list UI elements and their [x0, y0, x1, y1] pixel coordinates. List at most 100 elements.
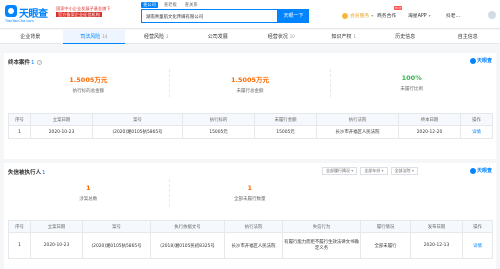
stat-unpaid-ratio: 100% 未履行比例	[331, 69, 492, 97]
stat-value: 1.5005万元	[230, 76, 270, 84]
search-tab-relation[interactable]: 查关系	[183, 2, 200, 8]
chevron-down-icon: ▾	[428, 13, 431, 18]
nav-business[interactable]: 商务合作	[377, 12, 396, 19]
stat-label: 执行标的总金额	[72, 89, 105, 94]
stat-label: 未履行总金额	[236, 89, 264, 94]
tianyancha-logo[interactable]: 天眼查 TianYanCha.com	[5, 5, 51, 25]
column-header: 未履行金额	[254, 113, 317, 126]
hot-badge: HOT	[394, 6, 403, 10]
section-title: 失信被执行人1	[8, 170, 46, 176]
logo-subtitle: TianYanCha.com	[5, 19, 34, 23]
stat-value: 100%	[401, 74, 422, 82]
cell-case-number: (2020)湘0105执5865号	[82, 232, 151, 259]
column-header: 序号	[8, 113, 31, 126]
filter-bar: 全部履行情况 全部年份 全部法院	[322, 167, 418, 175]
tab-intellectual-property[interactable]: 知识产权 1	[313, 30, 376, 43]
column-header: 立案日期	[30, 220, 83, 233]
stat-label: 未履行比例	[400, 87, 423, 92]
search-input[interactable]: 湖南青童航文化传媒有限公司	[141, 9, 278, 23]
search-button[interactable]: 天眼一下	[278, 9, 309, 23]
stat-label: 涉案总数	[79, 197, 98, 202]
tab-judicial-risk[interactable]: 司法风险 14	[62, 30, 125, 44]
column-header: 执行法院	[316, 113, 399, 126]
table-row: 1 2020-10-23 (2020)湘0105执5865号 15005元 15…	[8, 125, 493, 139]
logo-eye-icon	[469, 167, 476, 174]
dishonest-debtor-table: 序号 立案日期 案号 执行依据文号 执行法院 失信行为 履行情况 发布日期 操作…	[8, 220, 493, 259]
logo-eye-icon	[5, 5, 17, 17]
table-row: 1 2020-10-23 (2020)湘0105执5865号 (2018)湘01…	[8, 232, 493, 259]
cell-index: 1	[8, 232, 31, 259]
stat-value: 1.5005万元	[69, 76, 108, 84]
column-header: 执行标的	[182, 113, 255, 126]
stat-label: 全部未履行数量	[234, 197, 266, 202]
logo-eye-icon	[469, 57, 476, 64]
avatar[interactable]	[488, 11, 496, 19]
search-tab-boss[interactable]: 查老板	[162, 2, 179, 8]
search-input-value: 湖南青童航文化传媒有限公司	[146, 15, 204, 20]
tab-operational-risk[interactable]: 经营风险 2	[125, 30, 188, 43]
stats-row: 1.5005万元 执行标的总金额 1.5005万元 未履行总金额 100% 未履…	[8, 69, 492, 97]
watermark-brand: 天眼查	[469, 167, 492, 174]
top-header: 天眼查 TianYanCha.com 国家中小企业发展子基金旗下 官方备案企业征…	[0, 0, 500, 29]
table-header-row: 序号 立案日期 案号 执行依据文号 执行法院 失信行为 履行情况 发布日期 操作	[8, 220, 493, 233]
section-count: 1	[42, 170, 46, 176]
chevron-down-icon: ▾	[371, 13, 374, 18]
cell-court: 长沙市开福区人民法院	[316, 125, 399, 139]
dishonest-debtor-section: 失信被执行人1 全部履行情况 全部年份 全部法院 天眼查 1 涉案总数 1 全部…	[4, 163, 496, 269]
nav-user[interactable]: 抖老...	[446, 12, 460, 19]
category-tabs: 企业背景 司法风险 14 经营风险 2 公司发展 经营状况 10 知识产权 1 历史信息…	[0, 30, 500, 44]
help-icon[interactable]: ?	[37, 60, 43, 65]
column-header: 案号	[82, 220, 151, 233]
stat-total-cases: 1 涉案总数	[8, 179, 170, 207]
section-title: 终本案件1 ?	[8, 60, 43, 66]
cell-court: 长沙市开福区人民法院	[224, 232, 283, 259]
cell-fulfillment: 全部未履行	[360, 232, 411, 259]
stat-unpaid-amount: 1.5005万元 未履行总金额	[170, 69, 332, 97]
credential-banner: 国家中小企业发展子基金旗下 官方备案企业征信机构	[56, 6, 138, 23]
nav-user-label: 抖老...	[446, 14, 461, 19]
nav-vip-label: 会员服务	[350, 14, 370, 19]
cell-terminated-date: 2020-12-20	[398, 125, 461, 139]
cell-unpaid-amount: 15005元	[254, 125, 317, 139]
filter-fulfillment-select[interactable]: 全部履行情况	[322, 167, 358, 175]
column-header: 立案日期	[30, 113, 93, 126]
cell-publish-date: 2020-12-13	[410, 232, 463, 259]
nav-vip-service[interactable]: 会员服务 ▾	[342, 12, 373, 19]
tab-history[interactable]: 历史信息	[375, 30, 438, 43]
nav-business-label: 商务合作	[377, 14, 397, 19]
details-link[interactable]: 详情	[460, 125, 493, 139]
column-header: 操作	[462, 220, 493, 233]
logo-name: 天眼查	[19, 9, 48, 20]
stat-value: 1	[85, 184, 91, 192]
stat-unfulfilled-count: 1 全部未履行数量	[170, 179, 331, 207]
column-header: 失信行为	[282, 220, 361, 233]
terminated-cases-table: 序号 立案日期 案号 执行标的 未履行金额 执行法院 终本日期 操作 1 202…	[8, 113, 493, 139]
stat-value: 1	[247, 184, 253, 192]
column-header: 执行依据文号	[150, 220, 225, 233]
watermark-brand: 天眼查	[469, 57, 492, 64]
column-header: 操作	[460, 113, 493, 126]
nav-app-label: 海星APP	[408, 14, 427, 19]
tab-operating-status[interactable]: 经营状况 10	[250, 30, 313, 43]
filter-court-select[interactable]: 全部法院	[390, 167, 418, 175]
cell-case-number: (2020)湘0105执5865号	[92, 125, 183, 139]
cell-filing-date: 2020-10-23	[30, 232, 83, 259]
section-count: 1	[31, 60, 35, 66]
nav-app[interactable]: 海星APP ▾	[408, 12, 431, 19]
cell-filing-date: 2020-10-23	[30, 125, 93, 139]
column-header: 序号	[8, 220, 31, 233]
search-tab-company[interactable]: 查公司	[141, 2, 158, 8]
cell-basis-document: (2018)湘0105民初8325号	[150, 232, 225, 259]
column-header: 终本日期	[398, 113, 461, 126]
column-header: 案号	[92, 113, 183, 126]
details-link[interactable]: 详情	[462, 232, 493, 259]
filter-year-select[interactable]: 全部年份	[360, 167, 388, 175]
cell-dishonest-behavior: 有履行能力而拒不履行生效法律文书确定义务	[282, 232, 361, 259]
tab-company-background[interactable]: 企业背景	[0, 30, 63, 43]
tab-company-development[interactable]: 公司发展	[188, 30, 251, 43]
stat-total-amount: 1.5005万元 执行标的总金额	[8, 69, 170, 97]
tab-self-info[interactable]: 自主信息	[438, 30, 500, 43]
column-header: 发布日期	[410, 220, 463, 233]
column-header: 履行情况	[360, 220, 411, 233]
crown-icon	[342, 12, 348, 19]
